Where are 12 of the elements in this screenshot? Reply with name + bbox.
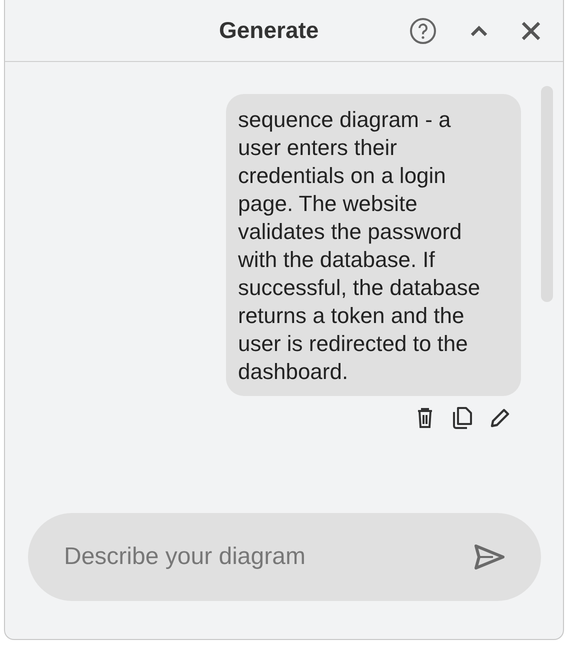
collapse-icon[interactable] xyxy=(469,24,489,38)
prompt-field[interactable]: Describe your diagram xyxy=(28,513,541,601)
close-icon[interactable] xyxy=(521,20,541,40)
send-icon[interactable] xyxy=(473,544,505,570)
pencil-icon[interactable] xyxy=(489,407,511,429)
trash-icon[interactable] xyxy=(415,407,435,429)
window-title: Generate xyxy=(219,17,319,44)
copy-icon[interactable] xyxy=(451,406,473,430)
scrollbar[interactable] xyxy=(541,86,553,302)
help-icon[interactable] xyxy=(409,16,437,44)
message-bubble: sequence diagram - a user enters their credentials on a login page. The website validates the password with the database. If successful, the database returns a token and the user is redirected to the dashboard. xyxy=(226,94,521,396)
prompt-input-field[interactable]: Describe your diagram xyxy=(64,543,473,571)
